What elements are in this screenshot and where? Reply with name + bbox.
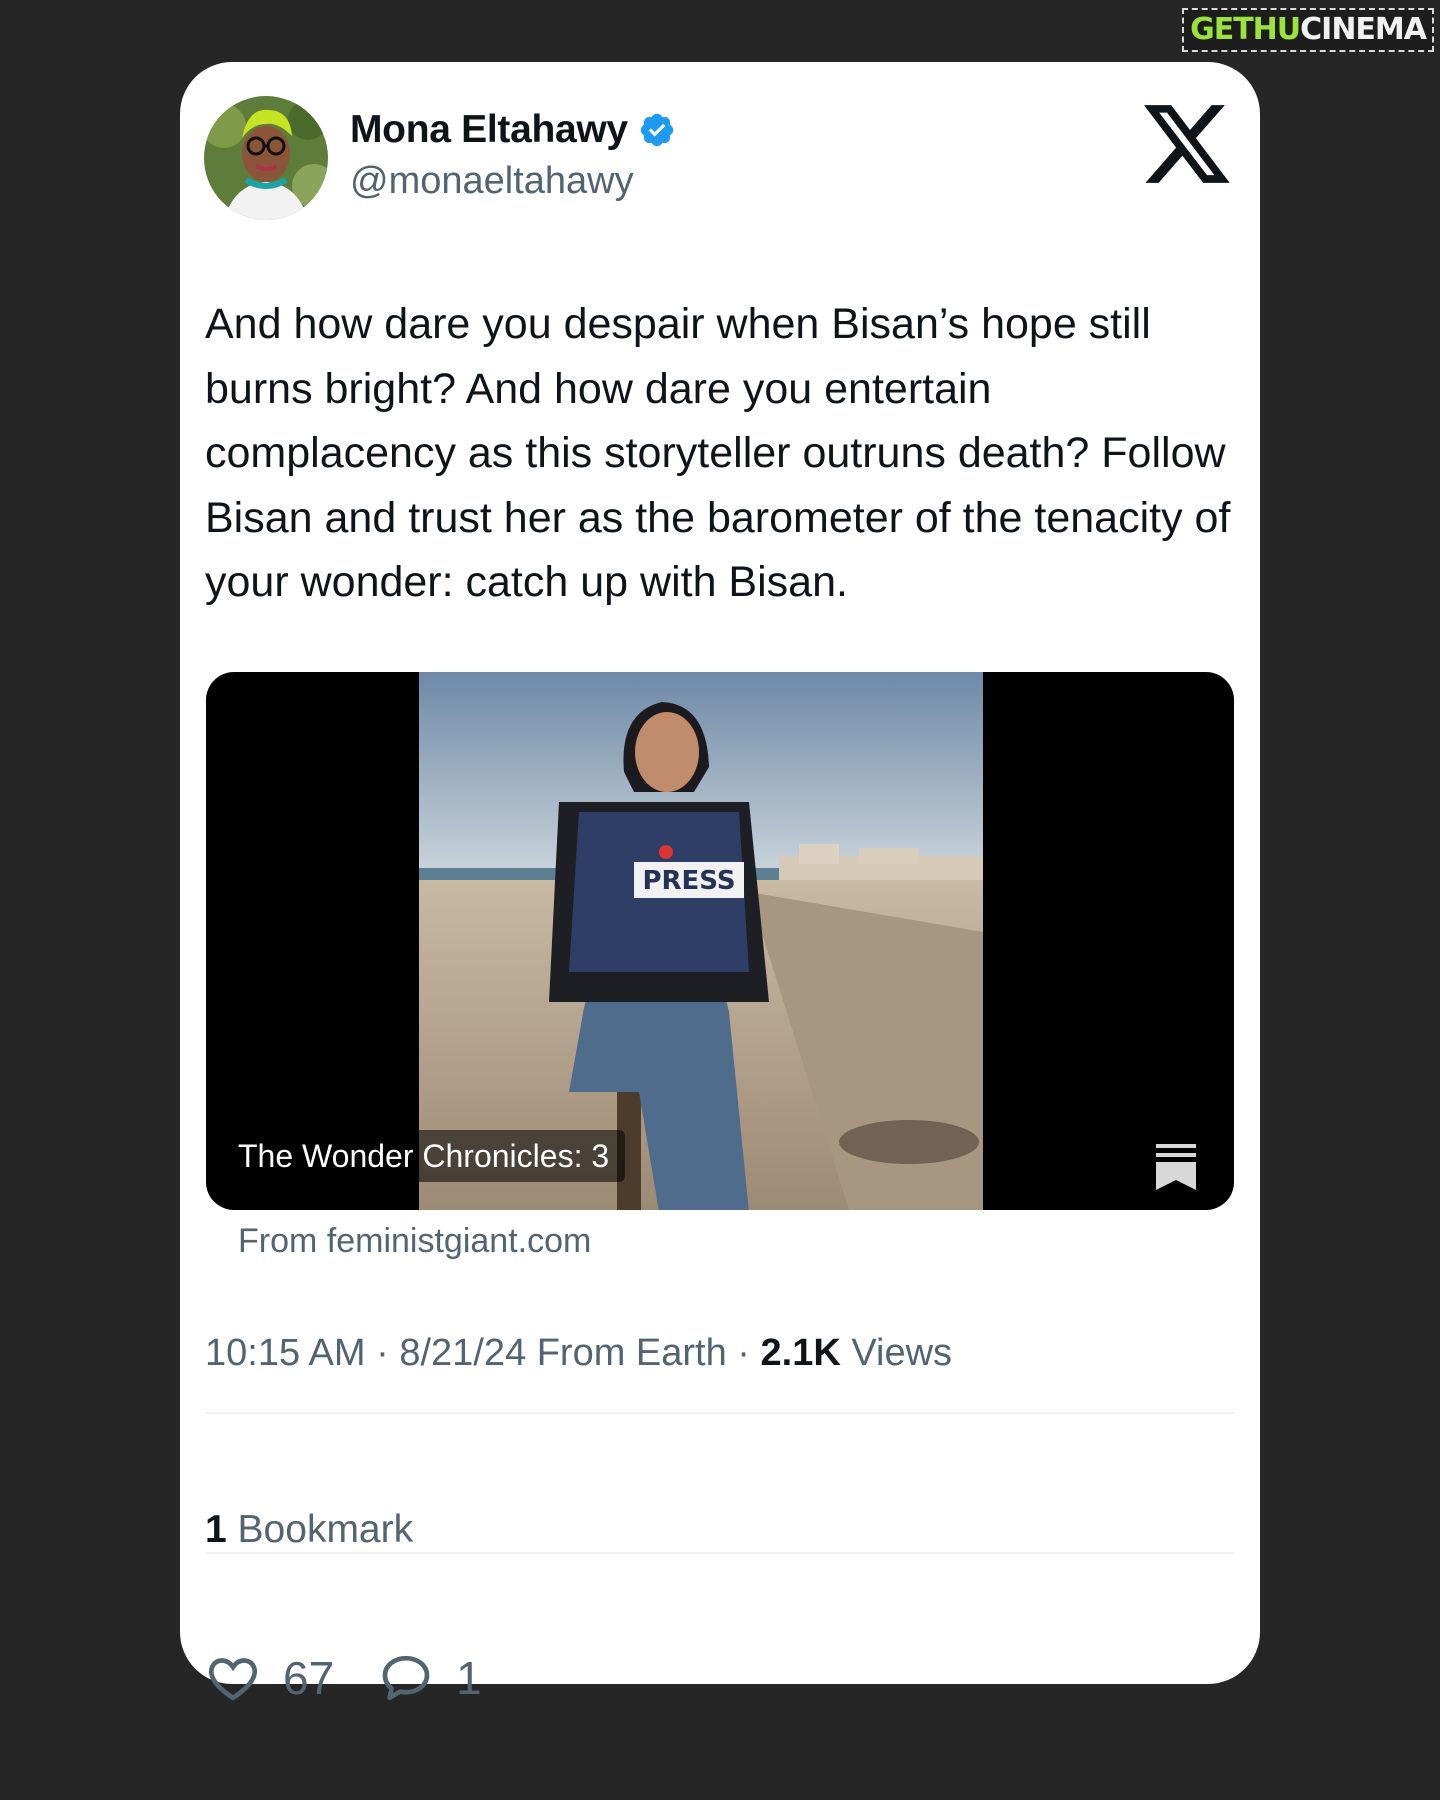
tweet-media[interactable]: PRESS The Wonder Chronicles: 3 <box>206 672 1234 1210</box>
reply-icon <box>382 1655 430 1701</box>
author-handle[interactable]: @monaeltahawy <box>350 160 634 203</box>
author-name[interactable]: Mona Eltahawy <box>350 108 676 152</box>
verified-icon <box>640 113 674 147</box>
divider <box>205 1552 1235 1554</box>
tweet-location: From Earth <box>536 1332 727 1374</box>
bookmark-count: 1 <box>205 1508 227 1551</box>
tweet-date[interactable]: 8/21/24 <box>399 1332 526 1374</box>
views-label: Views <box>851 1332 953 1374</box>
views-count: 2.1K <box>760 1332 841 1374</box>
author-name-text: Mona Eltahawy <box>350 108 628 151</box>
watermark-part-1: GETHU <box>1190 12 1301 47</box>
like-count: 67 <box>283 1652 335 1704</box>
reply-count: 1 <box>456 1652 482 1704</box>
tweet-time[interactable]: 10:15 AM <box>205 1332 366 1374</box>
avatar[interactable] <box>204 96 328 220</box>
heart-icon <box>209 1658 257 1701</box>
tweet-meta: 10:15 AM · 8/21/24 From Earth · 2.1K Vie… <box>205 1332 953 1374</box>
like-button[interactable]: 67 <box>205 1650 334 1706</box>
x-logo-icon[interactable] <box>1144 104 1230 184</box>
watermark-part-2: CINEMA <box>1300 12 1427 47</box>
reply-button[interactable]: 1 <box>378 1650 482 1706</box>
action-bar: 67 1 <box>205 1650 526 1706</box>
tweet-card: Mona Eltahawy @monaeltahawy And how dare… <box>180 62 1260 1704</box>
link-source[interactable]: From feministgiant.com <box>238 1222 591 1261</box>
bookmark-label: Bookmark <box>237 1508 414 1551</box>
tweet-text: And how dare you despair when Bisan’s ho… <box>205 300 1231 606</box>
bookmark-stats[interactable]: 1 Bookmark <box>205 1508 413 1552</box>
divider <box>205 1412 1235 1414</box>
bookmark-icon[interactable] <box>1156 1144 1196 1190</box>
watermark-logo: GETHU CINEMA <box>1182 8 1434 52</box>
vest-label: PRESS <box>642 866 735 896</box>
media-caption: The Wonder Chronicles: 3 <box>222 1130 626 1182</box>
